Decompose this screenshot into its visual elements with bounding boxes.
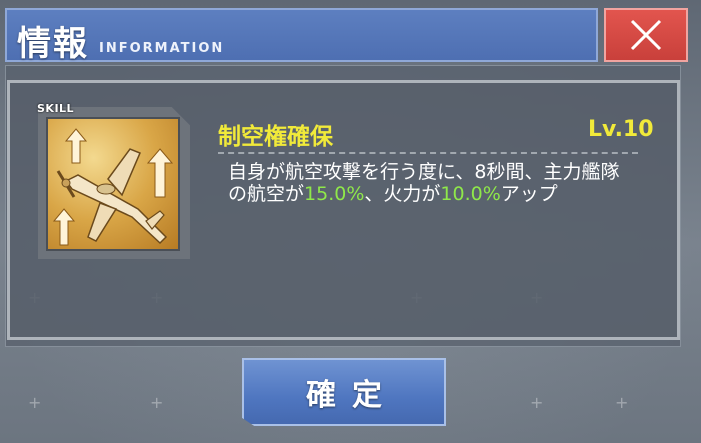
airplane-arrows-icon — [52, 128, 174, 246]
divider — [218, 152, 638, 154]
highlight-value: 15.0% — [304, 183, 365, 205]
skill-level: Lv.10 — [588, 117, 654, 142]
skill-icon — [46, 117, 180, 251]
skill-description: 自身が航空攻撃を行う度に、8秒間、主力艦隊の航空が15.0%、火力が10.0%ア… — [228, 161, 628, 205]
confirm-label: 確定 — [306, 378, 398, 413]
close-button[interactable] — [604, 8, 688, 62]
header-title: 情報 — [17, 24, 89, 64]
confirm-button[interactable]: 確定 — [242, 358, 446, 426]
highlight-value: 10.0% — [440, 183, 501, 205]
header-subtitle: INFORMATION — [99, 41, 225, 56]
plus-marker: + — [150, 393, 164, 412]
skill-tag: SKILL — [37, 102, 75, 115]
plus-marker: + — [28, 393, 42, 412]
dialog-header: 情報 INFORMATION — [5, 8, 598, 64]
plus-marker: + — [615, 393, 629, 412]
description-text: アップ — [500, 183, 558, 205]
close-icon — [630, 19, 662, 51]
skill-name: 制空権確保 — [218, 124, 333, 150]
plus-marker: + — [530, 393, 544, 412]
description-text: 、火力が — [364, 183, 441, 205]
